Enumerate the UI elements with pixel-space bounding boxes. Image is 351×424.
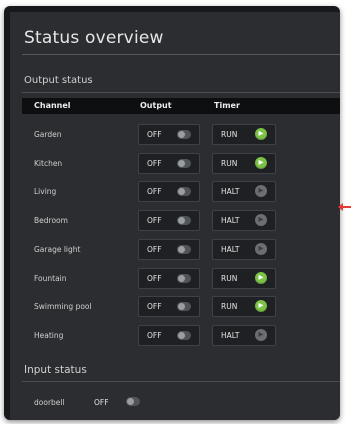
input-status-divider bbox=[22, 381, 340, 382]
timer-control[interactable]: HALT ▸ bbox=[212, 324, 276, 346]
title-divider bbox=[22, 54, 340, 55]
channel-label: Fountain bbox=[34, 273, 67, 283]
input-label-doorbell: doorbell bbox=[34, 398, 65, 407]
channel-label: Garage light bbox=[34, 244, 81, 254]
toggle-switch-icon[interactable] bbox=[177, 158, 191, 168]
output-state: OFF bbox=[147, 187, 162, 197]
page-title: Status overview bbox=[24, 28, 164, 48]
timer-state: HALT bbox=[221, 187, 240, 197]
table-row: Garden OFF RUN ▸ bbox=[22, 120, 340, 148]
timer-state: RUN bbox=[221, 130, 238, 139]
play-icon[interactable]: ▸ bbox=[255, 271, 267, 284]
toggle-knob bbox=[178, 188, 185, 196]
toggle-switch-icon[interactable] bbox=[177, 216, 191, 226]
table-row: Swimming pool OFF RUN ▸ bbox=[22, 292, 340, 320]
toggle-switch-icon[interactable] bbox=[177, 187, 191, 197]
output-toggle-control[interactable]: OFF bbox=[138, 210, 200, 232]
play-icon[interactable]: ▸ bbox=[255, 156, 267, 169]
output-state: OFF bbox=[147, 216, 162, 226]
timer-control[interactable]: HALT ▸ bbox=[212, 181, 276, 203]
play-icon-disabled[interactable]: ▸ bbox=[255, 328, 267, 341]
table-row: Heating OFF HALT ▸ bbox=[22, 321, 340, 349]
table-row: Living OFF HALT ▸ bbox=[22, 177, 340, 205]
output-state: OFF bbox=[147, 273, 162, 283]
play-icon[interactable]: ▸ bbox=[255, 300, 267, 313]
annotation-arrow bbox=[338, 203, 351, 211]
timer-state: HALT bbox=[221, 244, 240, 254]
input-status-heading: Input status bbox=[24, 364, 87, 376]
output-toggle-control[interactable]: OFF bbox=[138, 238, 200, 260]
toggle-knob bbox=[178, 303, 185, 311]
timer-state: RUN bbox=[221, 158, 238, 168]
timer-state: HALT bbox=[221, 216, 240, 226]
output-toggle-control[interactable]: OFF bbox=[138, 181, 200, 203]
channel-label: Swimming pool bbox=[34, 302, 92, 312]
timer-control[interactable]: RUN ▸ bbox=[212, 124, 276, 145]
channel-label: Living bbox=[34, 187, 57, 197]
play-icon-disabled[interactable]: ▸ bbox=[255, 214, 267, 227]
channel-label: Heating bbox=[34, 330, 64, 340]
output-table-header: Channel Output Timer bbox=[22, 98, 340, 114]
timer-control[interactable]: HALT ▸ bbox=[212, 210, 276, 232]
timer-control[interactable]: RUN ▸ bbox=[212, 267, 276, 289]
timer-state: RUN bbox=[221, 302, 238, 312]
channel-label: Kitchen bbox=[34, 158, 63, 168]
column-header-timer: Timer bbox=[214, 101, 240, 110]
output-toggle-control[interactable]: OFF bbox=[138, 267, 200, 289]
timer-control[interactable]: RUN ▸ bbox=[212, 152, 276, 174]
toggle-knob bbox=[127, 398, 134, 405]
toggle-knob bbox=[178, 331, 185, 339]
output-state: OFF bbox=[147, 158, 162, 168]
toggle-knob bbox=[178, 245, 185, 253]
timer-state: HALT bbox=[221, 330, 240, 340]
status-panel: Status overview Output status Channel Ou… bbox=[10, 12, 340, 420]
toggle-switch-icon[interactable] bbox=[177, 130, 191, 139]
output-state: OFF bbox=[147, 330, 162, 340]
output-toggle-control[interactable]: OFF bbox=[138, 324, 200, 346]
toggle-switch-icon bbox=[126, 397, 140, 406]
toggle-knob bbox=[178, 159, 185, 167]
toggle-switch-icon[interactable] bbox=[177, 244, 191, 254]
table-row: Garage light OFF HALT ▸ bbox=[22, 235, 340, 263]
table-row: Bedroom OFF HALT ▸ bbox=[22, 206, 340, 234]
toggle-switch-icon[interactable] bbox=[177, 330, 191, 340]
toggle-knob bbox=[178, 274, 185, 282]
table-row: Fountain OFF RUN ▸ bbox=[22, 264, 340, 292]
toggle-switch-icon[interactable] bbox=[177, 302, 191, 312]
output-state: OFF bbox=[147, 244, 162, 254]
output-status-divider bbox=[22, 92, 340, 93]
toggle-knob bbox=[178, 217, 185, 225]
play-icon-disabled[interactable]: ▸ bbox=[255, 185, 267, 198]
column-header-output: Output bbox=[140, 101, 172, 110]
column-header-channel: Channel bbox=[34, 101, 71, 110]
channel-label: Bedroom bbox=[34, 216, 68, 226]
output-state: OFF bbox=[147, 130, 162, 139]
output-toggle-control[interactable]: OFF bbox=[138, 296, 200, 318]
input-state-doorbell: OFF bbox=[94, 398, 109, 407]
toggle-knob bbox=[178, 131, 185, 138]
timer-control[interactable]: HALT ▸ bbox=[212, 238, 276, 260]
device-frame: Status overview Output status Channel Ou… bbox=[4, 6, 340, 420]
output-toggle-control[interactable]: OFF bbox=[138, 124, 200, 145]
timer-control[interactable]: RUN ▸ bbox=[212, 296, 276, 318]
table-row: Kitchen OFF RUN ▸ bbox=[22, 149, 340, 177]
timer-state: RUN bbox=[221, 273, 238, 283]
output-toggle-control[interactable]: OFF bbox=[138, 152, 200, 174]
toggle-switch-icon[interactable] bbox=[177, 273, 191, 283]
play-icon[interactable]: ▸ bbox=[255, 128, 267, 140]
output-status-heading: Output status bbox=[24, 75, 93, 86]
play-icon-disabled[interactable]: ▸ bbox=[255, 242, 267, 255]
output-state: OFF bbox=[147, 302, 162, 312]
channel-label: Garden bbox=[34, 130, 62, 139]
